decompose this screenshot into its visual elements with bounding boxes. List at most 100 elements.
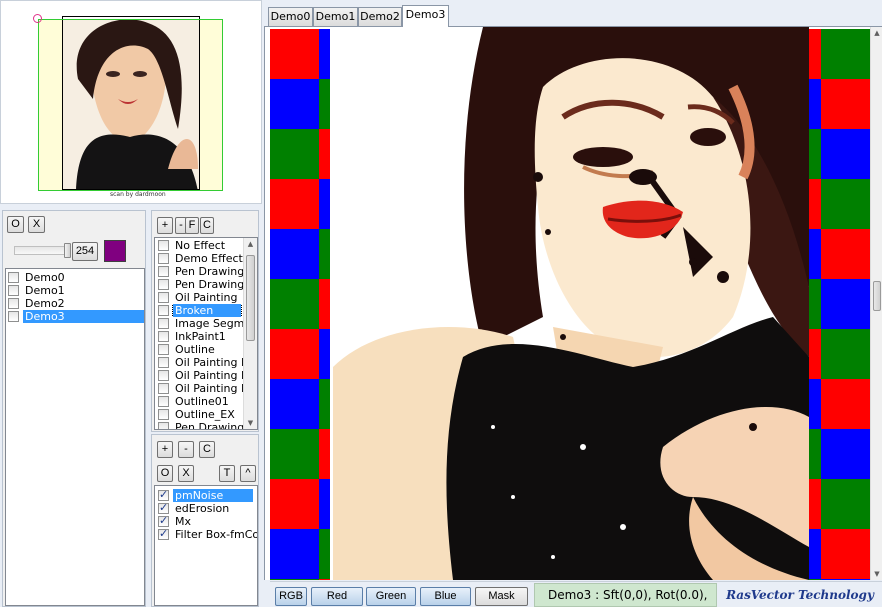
green-button[interactable]: Green bbox=[366, 587, 416, 606]
stripe-block bbox=[270, 579, 319, 580]
demo-checkbox[interactable] bbox=[8, 311, 19, 322]
effect-list-item[interactable]: Pen Drawing bbox=[158, 265, 244, 278]
canvas-vertical-scrollbar[interactable]: ▲ ▼ bbox=[870, 27, 882, 580]
stripe-block bbox=[270, 79, 319, 129]
scroll-up-icon[interactable]: ▲ bbox=[244, 240, 257, 248]
effect-checkbox[interactable] bbox=[158, 279, 169, 290]
tab-demo2[interactable]: Demo2 bbox=[358, 7, 402, 26]
effect-list-item[interactable]: Oil Painting EX bbox=[158, 369, 244, 382]
canvas-scroll-down-icon[interactable]: ▼ bbox=[871, 570, 882, 578]
blue-button[interactable]: Blue bbox=[420, 587, 471, 606]
effect-checkbox[interactable] bbox=[158, 344, 169, 355]
filter-list-item[interactable]: Mx bbox=[158, 515, 257, 528]
effect-checkbox[interactable] bbox=[158, 357, 169, 368]
effect-list-item[interactable]: Pen Drawing01 bbox=[158, 421, 244, 430]
effect-list-label: Pen Drawing01 bbox=[175, 421, 244, 430]
effect-checkbox[interactable] bbox=[158, 305, 169, 316]
filter-list-item[interactable]: pmNoise bbox=[158, 489, 257, 502]
effect-list-item[interactable]: Oil Painting EX bbox=[158, 356, 244, 369]
tab-demo3[interactable]: Demo3 bbox=[402, 5, 449, 27]
effect-list-item[interactable]: Outline bbox=[158, 343, 244, 356]
filter-list-item[interactable]: Filter Box-fmColor bbox=[158, 528, 257, 541]
effect-list-item[interactable]: Outline_EX bbox=[158, 408, 244, 421]
effect-checkbox[interactable] bbox=[158, 318, 169, 329]
effects-list: No Effect Demo Effect Pen Drawing Pen Drawi… bbox=[154, 237, 258, 430]
effect-list-item[interactable]: Demo Effect bbox=[158, 252, 244, 265]
close-filter-button[interactable]: X bbox=[178, 465, 194, 482]
stripe-edge bbox=[809, 129, 821, 179]
effect-list-label: Oil Painting EX bbox=[175, 356, 244, 369]
slider-value-box[interactable]: 254 bbox=[72, 242, 98, 261]
c-effect-button[interactable]: C bbox=[200, 217, 214, 234]
move-up-filter-button[interactable]: ^ bbox=[240, 465, 256, 482]
effect-checkbox[interactable] bbox=[158, 253, 169, 264]
effect-list-item[interactable]: InkPaint1 bbox=[158, 330, 244, 343]
tab-demo1[interactable]: Demo1 bbox=[313, 7, 358, 26]
add-effect-button[interactable]: + bbox=[157, 217, 173, 234]
scroll-thumb[interactable] bbox=[246, 255, 255, 341]
demo-list-item[interactable]: Demo2 bbox=[8, 297, 144, 310]
effect-list-label: Outline01 bbox=[175, 395, 229, 408]
slider-thumb[interactable] bbox=[64, 243, 71, 258]
demo-checkbox[interactable] bbox=[8, 285, 19, 296]
effect-checkbox[interactable] bbox=[158, 409, 169, 420]
canvas-scroll-thumb[interactable] bbox=[873, 281, 881, 311]
stripe-edge bbox=[319, 129, 330, 179]
stripe-edge bbox=[809, 329, 821, 379]
effect-list-label: Outline_EX bbox=[175, 408, 235, 421]
filter-checkbox[interactable] bbox=[158, 502, 169, 514]
remove-filter-button[interactable]: - bbox=[178, 441, 194, 458]
effect-list-item[interactable]: Oil Painting EX bbox=[158, 382, 244, 395]
canvas-scroll-up-icon[interactable]: ▲ bbox=[871, 29, 882, 37]
c-filter-button[interactable]: C bbox=[199, 441, 215, 458]
demo-checkbox[interactable] bbox=[8, 272, 19, 283]
mask-button[interactable]: Mask bbox=[475, 587, 528, 606]
filters-panel: + - C O X T ^ pmNoiseedErosionMxFilter B… bbox=[151, 434, 259, 607]
effect-list-item[interactable]: Image Segmentation bbox=[158, 317, 244, 330]
ok-filter-button[interactable]: O bbox=[157, 465, 173, 482]
stripe-edge bbox=[319, 229, 330, 279]
effect-list-item[interactable]: Oil Painting bbox=[158, 291, 244, 304]
demo-list-item[interactable]: Demo1 bbox=[8, 284, 144, 297]
effect-checkbox[interactable] bbox=[158, 331, 169, 342]
demo-list-item[interactable]: Demo0 bbox=[8, 271, 144, 284]
scroll-down-icon[interactable]: ▼ bbox=[244, 419, 257, 427]
effect-list-item[interactable]: Pen Drawing1 bbox=[158, 278, 244, 291]
red-button[interactable]: Red bbox=[311, 587, 363, 606]
effect-list-item[interactable]: Broken bbox=[158, 304, 244, 317]
demo-list-item[interactable]: Demo3 bbox=[8, 310, 144, 323]
color-swatch[interactable] bbox=[104, 240, 126, 262]
add-filter-button[interactable]: + bbox=[157, 441, 173, 458]
stripe-block bbox=[270, 479, 319, 529]
effects-scrollbar[interactable]: ▲ ▼ bbox=[243, 238, 257, 429]
tab-demo0[interactable]: Demo0 bbox=[268, 7, 313, 26]
ok-button[interactable]: O bbox=[7, 216, 24, 233]
stripe-block bbox=[821, 429, 871, 479]
effect-checkbox[interactable] bbox=[158, 396, 169, 407]
filter-checkbox[interactable] bbox=[158, 489, 169, 501]
demo-checkbox[interactable] bbox=[8, 298, 19, 309]
effect-checkbox[interactable] bbox=[158, 383, 169, 394]
close-button[interactable]: X bbox=[28, 216, 45, 233]
stripe-edge bbox=[319, 579, 330, 580]
stripe-edge bbox=[319, 79, 330, 129]
effect-checkbox[interactable] bbox=[158, 240, 169, 251]
effect-checkbox[interactable] bbox=[158, 266, 169, 277]
stripe-block bbox=[270, 179, 319, 229]
crop-handle-icon[interactable] bbox=[33, 14, 42, 23]
filter-checkbox[interactable] bbox=[158, 528, 169, 540]
f-effect-button[interactable]: F bbox=[185, 217, 199, 234]
effect-list-item[interactable]: Outline01 bbox=[158, 395, 244, 408]
t-filter-button[interactable]: T bbox=[219, 465, 235, 482]
filter-checkbox[interactable] bbox=[158, 515, 169, 527]
effect-checkbox[interactable] bbox=[158, 292, 169, 303]
effect-list-item[interactable]: No Effect bbox=[158, 239, 244, 252]
filter-list-item[interactable]: edErosion bbox=[158, 502, 257, 515]
stripe-edge bbox=[319, 329, 330, 379]
rgb-button[interactable]: RGB bbox=[275, 587, 307, 606]
effect-checkbox[interactable] bbox=[158, 370, 169, 381]
level-slider[interactable] bbox=[14, 243, 71, 258]
stripe-block bbox=[821, 379, 871, 429]
canvas-view[interactable]: ▲ ▼ bbox=[264, 27, 882, 580]
effect-checkbox[interactable] bbox=[158, 422, 169, 429]
